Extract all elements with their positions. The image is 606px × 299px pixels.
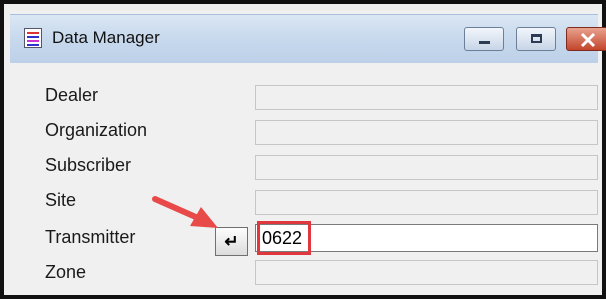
red-arrow-annotation bbox=[152, 196, 218, 228]
